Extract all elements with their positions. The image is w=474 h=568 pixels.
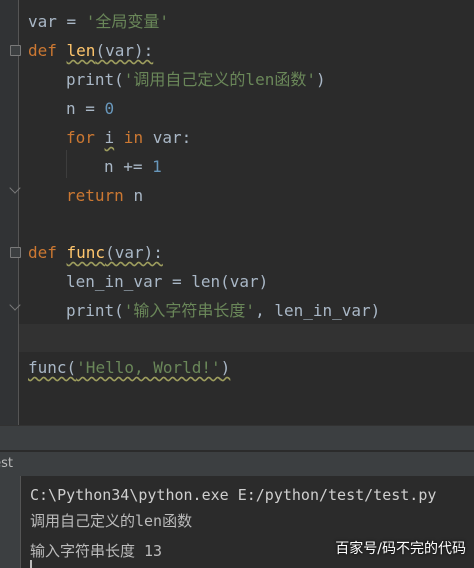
string-literal: '调用自己定义的len函数' (123, 70, 316, 89)
code-text: func( (28, 358, 77, 377)
code-line-10[interactable]: print('输入字符串长度', len_in_var) (66, 297, 380, 325)
code-line-4[interactable]: n = 0 (66, 95, 114, 123)
keyword: return (66, 186, 134, 205)
code-text: n = (66, 99, 105, 118)
code-line-8[interactable]: def func(var): (28, 239, 163, 267)
string-literal: '全局变量' (85, 12, 170, 31)
code-text: n (133, 186, 144, 205)
code-text: print( (66, 70, 124, 89)
keyword: in (114, 128, 153, 147)
keyword: def (28, 243, 67, 262)
current-line-highlight (19, 324, 474, 352)
loop-variable: i (104, 128, 115, 147)
code-text: n += (104, 157, 153, 176)
run-panel-tab[interactable]: test (0, 452, 474, 476)
panel-divider[interactable] (0, 425, 474, 451)
code-text: (var): (105, 243, 163, 262)
keyword: for (66, 128, 105, 147)
number-literal: 1 (152, 157, 162, 176)
function-name: func (66, 243, 106, 262)
watermark: 百家号/码不完的代码 (335, 541, 466, 557)
indent-guide (66, 150, 67, 178)
function-name: len (66, 41, 96, 60)
string-literal: '输入字符串长度' (123, 301, 256, 320)
console-output-line: 调用自己定义的len函数 (30, 512, 193, 530)
code-text: (var): (95, 41, 154, 60)
code-line-3[interactable]: print('调用自己定义的len函数') (66, 66, 326, 94)
code-text: ) (315, 70, 326, 89)
code-text: var: (152, 128, 192, 147)
code-line-5[interactable]: for i in var: (66, 124, 191, 152)
code-text: print( (66, 301, 124, 320)
code-line-6[interactable]: n += 1 (104, 153, 162, 181)
code-line-11[interactable]: func('Hello, World!') (28, 354, 230, 382)
code-line-1[interactable]: var = '全局变量' (28, 8, 169, 36)
keyword: def (28, 41, 67, 60)
editor-gutter (0, 0, 19, 425)
console-command-line: C:\Python34\python.exe E:/python/test/te… (30, 486, 437, 504)
code-text: ) (220, 358, 231, 377)
code-line-7[interactable]: return n (66, 182, 143, 210)
console-toolbar (0, 476, 21, 568)
string-literal: 'Hello, World!' (76, 358, 221, 377)
fold-marker-icon[interactable] (10, 247, 21, 258)
code-text: , len_in_var) (255, 301, 381, 320)
code-editor[interactable]: var = '全局变量' def len(var): print('调用自己定义… (0, 0, 474, 425)
code-text: len_in_var = len(var) (66, 272, 269, 291)
console-output-line: 输入字符串长度 13 (30, 542, 163, 560)
code-line-9[interactable]: len_in_var = len(var) (66, 268, 268, 296)
console-cursor (30, 560, 32, 568)
number-literal: 0 (104, 99, 115, 118)
run-tab-label: test (0, 456, 13, 471)
code-line-2[interactable]: def len(var): (28, 37, 153, 65)
fold-marker-icon[interactable] (10, 45, 21, 56)
code-text: var = (28, 12, 86, 31)
